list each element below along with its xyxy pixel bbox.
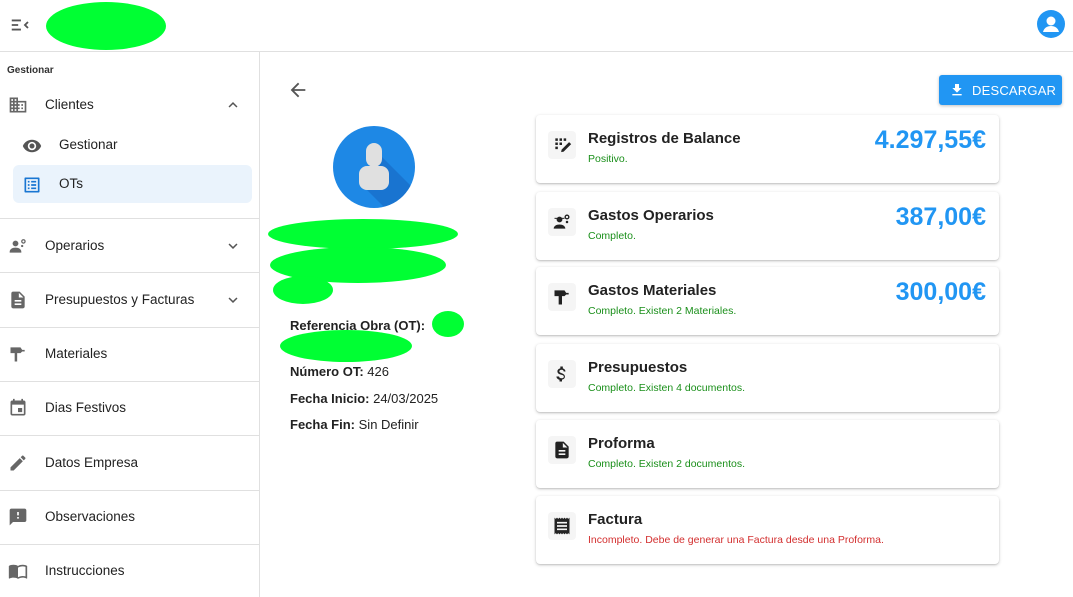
- redacted-client-name: [268, 210, 468, 310]
- sidebar-item-label: Operarios: [45, 238, 105, 253]
- card-status: Completo. Existen 2 documentos.: [588, 458, 745, 470]
- divider: [0, 490, 259, 491]
- card-status: Positivo.: [588, 153, 628, 165]
- card-icon-box: [548, 283, 576, 311]
- sidebar-subitem-gestionar[interactable]: Gestionar: [13, 126, 252, 164]
- sidebar: Gestionar Clientes Gestionar OTs Operari…: [0, 52, 260, 597]
- card-amount: 4.297,55€: [874, 126, 986, 154]
- book-icon: [8, 564, 28, 579]
- card-icon-box: [548, 436, 576, 464]
- balance-icon: [555, 138, 572, 153]
- pencil-icon: [10, 455, 26, 471]
- card-registros-balance[interactable]: Registros de Balance Positivo. 4.297,55€: [536, 115, 999, 183]
- redacted-logo: [44, 0, 168, 52]
- card-factura[interactable]: Factura Incompleto. Debe de generar una …: [536, 496, 999, 564]
- sidebar-subitem-ots[interactable]: OTs: [13, 165, 252, 203]
- sidebar-item-label: Presupuestos y Facturas: [45, 292, 195, 307]
- divider: [0, 218, 259, 219]
- card-title: Presupuestos: [588, 359, 688, 376]
- sidebar-item-label: Datos Empresa: [45, 455, 139, 470]
- card-proforma[interactable]: Proforma Completo. Existen 2 documentos.: [536, 420, 999, 488]
- end-date-value: Sin Definir: [358, 417, 419, 432]
- sidebar-item-dias-festivos[interactable]: Dias Festivos: [0, 388, 259, 428]
- download-button[interactable]: DESCARGAR: [939, 75, 1062, 105]
- card-status: Incompleto. Debe de generar una Factura …: [588, 534, 884, 546]
- sidebar-section-label: Gestionar: [7, 65, 54, 76]
- card-status: Completo. Existen 2 Materiales.: [588, 305, 737, 317]
- receipt-icon: [554, 517, 570, 535]
- profile-avatar: [333, 126, 415, 208]
- card-status: Completo. Existen 4 documentos.: [588, 382, 745, 394]
- sidebar-item-clientes[interactable]: Clientes: [0, 85, 259, 125]
- card-title: Gastos Operarios: [588, 207, 714, 224]
- back-button[interactable]: [287, 79, 309, 101]
- arrow-back-icon: [290, 82, 306, 98]
- end-date-label: Fecha Fin:: [290, 417, 356, 432]
- divider: [0, 544, 259, 545]
- chevron-down-icon: [228, 297, 238, 303]
- top-app-bar: [0, 0, 1073, 52]
- eye-icon: [22, 139, 42, 153]
- user-avatar-icon: [333, 126, 415, 208]
- card-icon-box: [548, 131, 576, 159]
- download-button-label: DESCARGAR: [972, 83, 1057, 98]
- card-amount: 387,00€: [895, 203, 986, 231]
- divider: [0, 381, 259, 382]
- user-avatar-button[interactable]: [1037, 10, 1065, 38]
- calendar-icon: [10, 398, 26, 416]
- menu-collapse-icon: [11, 19, 29, 31]
- chevron-up-icon: [228, 102, 238, 108]
- ot-number-label: Número OT:: [290, 364, 364, 379]
- sidebar-item-label: Clientes: [45, 97, 94, 112]
- card-amount: 300,00€: [895, 278, 986, 306]
- document-icon: [555, 441, 569, 459]
- engineering-icon: [9, 239, 26, 253]
- redacted-reference: [278, 306, 468, 364]
- sidebar-item-datos-empresa[interactable]: Datos Empresa: [0, 443, 259, 483]
- sidebar-item-presupuestos-facturas[interactable]: Presupuestos y Facturas: [0, 280, 259, 320]
- card-title: Factura: [588, 511, 643, 528]
- hammer-icon: [554, 290, 569, 305]
- description-icon: [11, 291, 25, 309]
- list-alt-icon: [24, 177, 40, 193]
- sidebar-item-label: Instrucciones: [45, 563, 125, 578]
- sidebar-subitem-label: Gestionar: [59, 137, 118, 152]
- card-icon-box: [548, 512, 576, 540]
- divider: [0, 435, 259, 436]
- building-icon: [9, 97, 27, 113]
- download-icon: [952, 84, 962, 96]
- sidebar-item-label: Materiales: [45, 346, 108, 361]
- start-date-row: Fecha Inicio: 24/03/2025: [290, 391, 438, 406]
- sidebar-item-operarios[interactable]: Operarios: [0, 226, 259, 266]
- dollar-icon: [556, 366, 566, 382]
- sidebar-item-materiales[interactable]: Materiales: [0, 334, 259, 374]
- feedback-icon: [9, 508, 27, 526]
- card-presupuestos[interactable]: Presupuestos Completo. Existen 4 documen…: [536, 344, 999, 412]
- user-icon: [1043, 16, 1059, 32]
- sidebar-item-instrucciones[interactable]: Instrucciones: [0, 551, 259, 591]
- hammer-icon: [10, 347, 25, 362]
- chevron-down-icon: [228, 243, 238, 249]
- ot-number-value: 426: [367, 364, 389, 379]
- divider: [0, 327, 259, 328]
- end-date-row: Fecha Fin: Sin Definir: [290, 417, 419, 432]
- card-title: Proforma: [588, 435, 655, 452]
- sidebar-item-label: Dias Festivos: [45, 400, 127, 415]
- workers-icon: [553, 214, 570, 229]
- sidebar-subitem-label: OTs: [59, 176, 84, 191]
- divider: [0, 272, 259, 273]
- card-icon-box: [548, 360, 576, 388]
- card-status: Completo.: [588, 230, 636, 242]
- start-date-label: Fecha Inicio:: [290, 391, 370, 406]
- ot-number-row: Número OT: 426: [290, 364, 389, 379]
- start-date-value: 24/03/2025: [373, 391, 439, 406]
- card-gastos-operarios[interactable]: Gastos Operarios Completo. 387,00€: [536, 192, 999, 260]
- sidebar-item-label: Observaciones: [45, 509, 136, 524]
- card-title: Gastos Materiales: [588, 282, 717, 299]
- card-icon-box: [548, 208, 576, 236]
- sidebar-item-observaciones[interactable]: Observaciones: [0, 497, 259, 537]
- card-title: Registros de Balance: [588, 130, 741, 147]
- menu-toggle-button[interactable]: [9, 14, 31, 36]
- card-gastos-materiales[interactable]: Gastos Materiales Completo. Existen 2 Ma…: [536, 267, 999, 335]
